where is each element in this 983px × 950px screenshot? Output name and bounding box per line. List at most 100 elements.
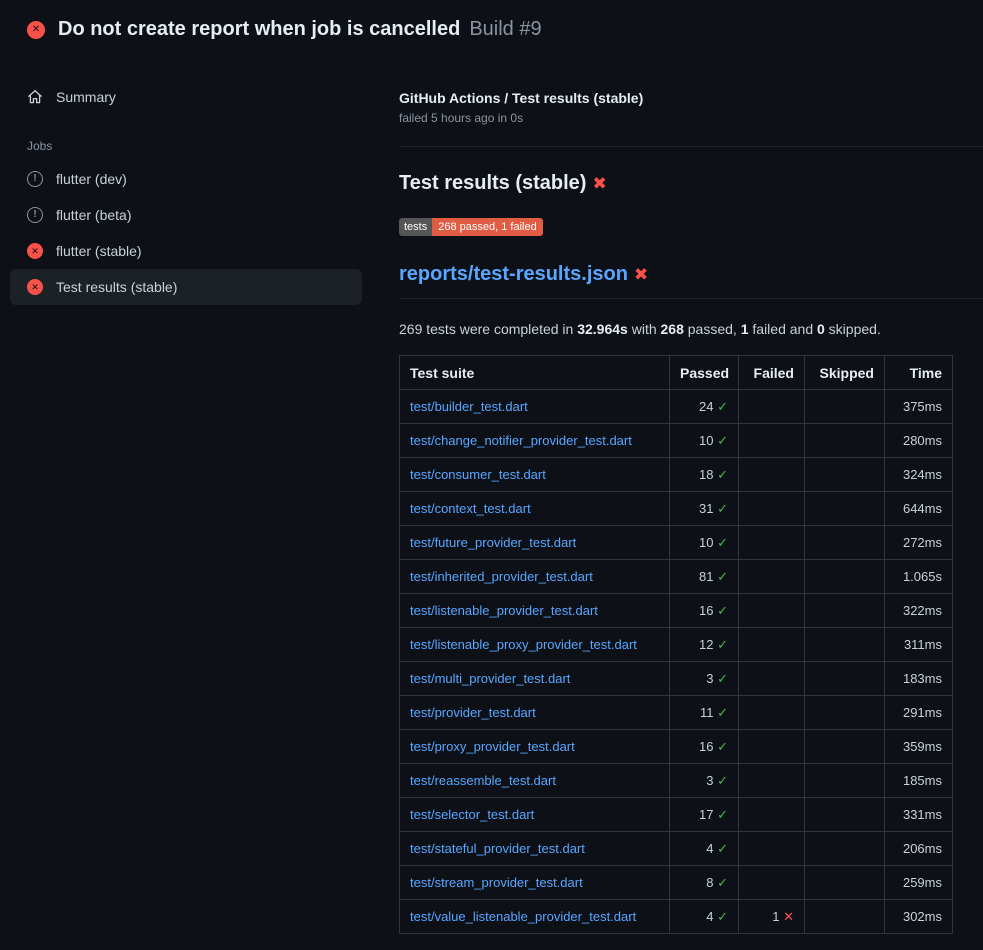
sidebar-job-item[interactable]: ✕Test results (stable) [10,269,362,305]
table-row: test/change_notifier_provider_test.dart1… [400,424,953,458]
test-suite-link[interactable]: test/listenable_proxy_provider_test.dart [410,637,637,652]
summary-text: skipped. [825,321,881,337]
main-content: GitHub Actions / Test results (stable) f… [372,53,983,934]
check-icon: ✓ [717,467,728,482]
x-circle-icon: ✕ [27,243,43,259]
results-table: Test suitePassedFailedSkippedTime test/b… [399,355,953,934]
failed-x-icon: ✖ [634,265,648,285]
skipped-cell [805,730,885,764]
sidebar-item-summary[interactable]: Summary [10,79,362,115]
time-cell: 302ms [885,900,953,934]
skipped-cell [805,424,885,458]
test-suite-link[interactable]: test/multi_provider_test.dart [410,671,570,686]
passed-cell: 16 ✓ [670,730,739,764]
test-suite-link[interactable]: test/listenable_provider_test.dart [410,603,598,618]
report-link[interactable]: reports/test-results.json [399,263,628,286]
column-header: Failed [739,356,805,390]
table-row: test/stateful_provider_test.dart 4 ✓ 206ms [400,832,953,866]
test-suite-cell: test/future_provider_test.dart [400,526,670,560]
summary-value: 1 [741,321,749,337]
time-cell: 272ms [885,526,953,560]
sidebar-job-item[interactable]: ! flutter (beta) [10,197,362,233]
time-cell: 280ms [885,424,953,458]
test-suite-link[interactable]: test/proxy_provider_test.dart [410,739,575,754]
time-cell: 183ms [885,662,953,696]
jobs-list: !flutter (dev)! flutter (beta) ✕flutter (s… [10,161,362,305]
passed-cell: 8 ✓ [670,866,739,900]
table-row: test/listenable_proxy_provider_test.dart… [400,628,953,662]
sidebar-job-item[interactable]: ✕flutter (stable) [10,233,362,269]
failed-cell: 1 ✕ [739,900,805,934]
home-icon [27,89,43,105]
alert-circle-icon: ! [27,207,43,223]
column-header: Passed [670,356,739,390]
summary-value: 268 [661,321,684,337]
skipped-cell [805,628,885,662]
test-suite-link[interactable]: test/inherited_provider_test.dart [410,569,593,584]
test-suite-link[interactable]: test/future_provider_test.dart [410,535,576,550]
test-suite-link[interactable]: test/change_notifier_provider_test.dart [410,433,632,448]
check-icon: ✓ [717,807,728,822]
section-heading-text: Test results (stable) [399,172,586,195]
test-suite-cell: test/change_notifier_provider_test.dart [400,424,670,458]
skipped-cell [805,390,885,424]
test-suite-link[interactable]: test/stateful_provider_test.dart [410,841,585,856]
passed-cell: 10 ✓ [670,526,739,560]
cross-icon: ✕ [783,909,794,924]
test-suite-cell: test/stream_provider_test.dart [400,866,670,900]
test-suite-cell: test/reassemble_test.dart [400,764,670,798]
time-cell: 1.065s [885,560,953,594]
check-icon: ✓ [717,603,728,618]
summary-value: 32.964s [577,321,628,337]
table-row: test/multi_provider_test.dart3 ✓183ms [400,662,953,696]
passed-cell: 24 ✓ [670,390,739,424]
alert-circle-icon: ! [27,171,43,187]
test-suite-link[interactable]: test/provider_test.dart [410,705,536,720]
table-row: test/value_listenable_provider_test.dart… [400,900,953,934]
column-header: Time [885,356,953,390]
test-suite-link[interactable]: test/context_test.dart [410,501,531,516]
table-row: test/future_provider_test.dart 10 ✓ 272ms [400,526,953,560]
skipped-cell [805,526,885,560]
test-suite-link[interactable]: test/builder_test.dart [410,399,528,414]
test-summary: 269 tests were completed in 32.964s with… [399,321,983,337]
sidebar-summary-label: Summary [56,89,116,105]
x-circle-icon: ✕ [27,279,43,295]
test-suite-link[interactable]: test/value_listenable_provider_test.dart [410,909,636,924]
table-row: test/proxy_provider_test.dart 16 ✓ 359ms [400,730,953,764]
skipped-cell [805,662,885,696]
section-heading: Test results (stable) ✖ [399,172,983,195]
jobs-heading: Jobs [10,115,362,161]
test-suite-cell: test/provider_test.dart [400,696,670,730]
table-row: test/stream_provider_test.dart8 ✓259ms [400,866,953,900]
skipped-cell [805,832,885,866]
check-icon: ✓ [717,569,728,584]
test-suite-cell: test/context_test.dart [400,492,670,526]
test-suite-link[interactable]: test/consumer_test.dart [410,467,546,482]
time-cell: 322ms [885,594,953,628]
summary-value: 0 [817,321,825,337]
table-row: test/listenable_provider_test.dart16 ✓32… [400,594,953,628]
passed-cell: 4 ✓ [670,832,739,866]
skipped-cell [805,492,885,526]
time-cell: 206ms [885,832,953,866]
failed-cell [739,594,805,628]
sidebar-job-item[interactable]: !flutter (dev) [10,161,362,197]
test-suite-link[interactable]: test/reassemble_test.dart [410,773,556,788]
check-icon: ✓ [717,501,728,516]
build-number: Build #9 [469,18,541,41]
time-cell: 291ms [885,696,953,730]
table-row: test/provider_test.dart11 ✓291ms [400,696,953,730]
time-cell: 331ms [885,798,953,832]
passed-cell: 4 ✓ [670,900,739,934]
failed-cell [739,560,805,594]
test-suite-link[interactable]: test/selector_test.dart [410,807,534,822]
failed-cell [739,730,805,764]
job-label: flutter (beta) [56,207,131,223]
time-cell: 375ms [885,390,953,424]
time-cell: 359ms [885,730,953,764]
check-icon: ✓ [717,399,728,414]
column-header: Skipped [805,356,885,390]
check-icon: ✓ [717,773,728,788]
test-suite-link[interactable]: test/stream_provider_test.dart [410,875,583,890]
